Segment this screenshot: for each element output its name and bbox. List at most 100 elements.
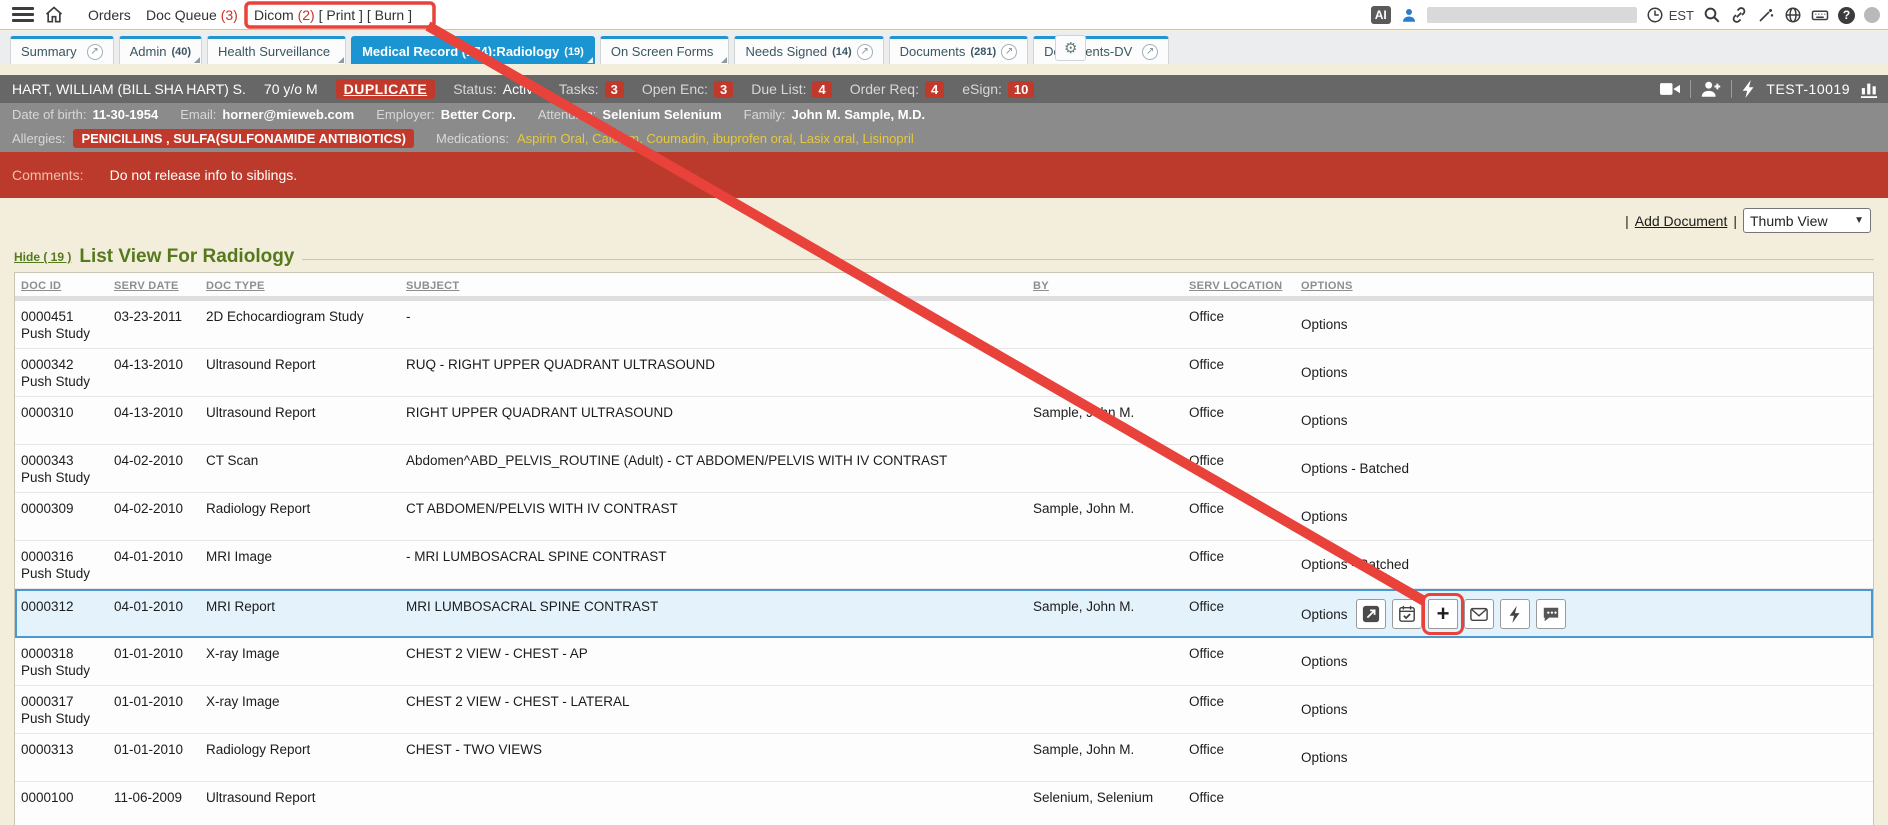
medication-item[interactable]: Lisinopril (855, 131, 914, 146)
medication-item[interactable]: ibuprofen oral (706, 131, 793, 146)
help-icon[interactable]: ? (1838, 7, 1855, 24)
home-icon[interactable] (44, 5, 64, 28)
patient-counter[interactable]: Open Enc: 3 (642, 81, 733, 98)
popout-icon[interactable]: ↗ (1142, 44, 1158, 60)
table-row[interactable]: 0000318Push Study 01-01-2010 X-ray Image… (15, 638, 1873, 686)
list-heading: Hide ( 19 ) List View For Radiology (14, 246, 1874, 268)
options-link[interactable]: Options (1301, 653, 1348, 670)
add-document-link[interactable]: Add Document (1635, 213, 1728, 229)
bolt-icon[interactable] (1500, 599, 1530, 629)
popout-icon[interactable]: ↗ (857, 44, 873, 60)
chart-tab[interactable]: On Screen Forms (600, 36, 730, 64)
add-person-icon[interactable] (1701, 80, 1721, 98)
duplicate-badge[interactable]: DUPLICATE (336, 79, 436, 99)
counter-badge[interactable]: 4 (812, 81, 831, 98)
chart-tab[interactable]: Documents (281) ↗ (889, 36, 1028, 64)
table-row[interactable]: 0000317Push Study 01-01-2010 X-ray Image… (15, 686, 1873, 734)
options-link[interactable]: Options (1301, 606, 1348, 623)
chart-tab[interactable]: Medical Record (174):Radiology (19) (351, 36, 595, 64)
clock-icon[interactable] (1646, 6, 1664, 24)
patient-counter[interactable]: eSign: 10 (962, 81, 1034, 98)
chat-icon[interactable] (1536, 599, 1566, 629)
patient-counter[interactable]: Order Req: 4 (850, 81, 944, 98)
counter-badge[interactable]: 10 (1008, 81, 1034, 98)
dicom-print-link[interactable]: [ Print ] (319, 7, 363, 23)
options-link[interactable]: Options - Batched (1301, 556, 1409, 573)
table-row[interactable]: 0000451Push Study 03-23-2011 2D Echocard… (15, 301, 1873, 349)
options-link[interactable]: Options - Batched (1301, 460, 1409, 477)
counter-badge[interactable]: 3 (714, 81, 733, 98)
chart-tab[interactable]: Summary ↗ (10, 36, 114, 64)
subject-cell: MRI LUMBOSACRAL SPINE CONTRAST (406, 598, 1028, 615)
options-link[interactable]: Options (1301, 508, 1348, 525)
table-row[interactable]: 0000312 04-01-2010 MRI Report MRI LUMBOS… (15, 589, 1873, 638)
image-export-icon[interactable] (1356, 599, 1386, 629)
sort-doc-id[interactable]: DOC ID (21, 280, 111, 292)
serv-location-cell: Office (1189, 741, 1297, 758)
calendar-check-icon[interactable] (1392, 599, 1422, 629)
video-camera-icon[interactable] (1660, 81, 1680, 97)
table-row[interactable]: 0000316Push Study 04-01-2010 MRI Image -… (15, 541, 1873, 589)
tabs-settings-gear-button[interactable]: ⚙ (1055, 35, 1086, 61)
keyboard-icon[interactable] (1811, 6, 1829, 24)
sort-doc-type[interactable]: DOC TYPE (206, 280, 402, 292)
table-row[interactable]: 0000343Push Study 04-02-2010 CT Scan Abd… (15, 445, 1873, 493)
chart-tab[interactable]: Admin (40) (119, 36, 202, 64)
nav-dicom[interactable]: Dicom (2) [ Print ] [ Burn ] (254, 0, 412, 30)
counter-badge[interactable]: 3 (605, 81, 624, 98)
serv-date-cell: 04-02-2010 (114, 452, 204, 469)
medication-item[interactable]: Coumadin (639, 131, 706, 146)
sort-serv-date[interactable]: SERV DATE (114, 280, 204, 292)
options-link[interactable]: Options (1301, 412, 1348, 429)
bolt-icon[interactable] (1742, 80, 1756, 98)
options-link[interactable]: Options (1301, 749, 1348, 766)
table-row[interactable]: 0000310 04-13-2010 Ultrasound Report RIG… (15, 397, 1873, 445)
demographic-field: Email: horner@mieweb.com (180, 107, 354, 122)
globe-icon[interactable] (1784, 6, 1802, 24)
counter-badge[interactable]: 4 (925, 81, 944, 98)
status-label: Status: (453, 81, 497, 97)
patient-counter[interactable]: Due List: 4 (751, 81, 831, 98)
table-row[interactable]: 0000100 11-06-2009 Ultrasound Report Sel… (15, 782, 1873, 825)
topbar-right-cluster: AI EST ? (1371, 0, 1880, 30)
sort-serv-location[interactable]: SERV LOCATION (1189, 280, 1297, 292)
medication-item[interactable]: Lasix oral (792, 131, 855, 146)
options-link[interactable]: Options (1301, 701, 1348, 718)
chart-icon[interactable] (1860, 80, 1878, 98)
popout-icon[interactable]: ↗ (1001, 44, 1017, 60)
table-row[interactable]: 0000309 04-02-2010 Radiology Report CT A… (15, 493, 1873, 541)
table-row[interactable]: 0000342Push Study 04-13-2010 Ultrasound … (15, 349, 1873, 397)
doc-type-cell: Ultrasound Report (206, 356, 402, 373)
plus-icon[interactable]: + (1428, 599, 1458, 629)
link-icon[interactable] (1730, 6, 1748, 24)
serv-location-cell: Office (1189, 500, 1297, 517)
options-link[interactable]: Options (1301, 364, 1348, 381)
chart-tab[interactable]: Needs Signed (14) ↗ (734, 36, 883, 64)
options-link[interactable]: Options (1301, 316, 1348, 333)
sort-by[interactable]: BY (1033, 280, 1185, 292)
hide-link[interactable]: Hide ( 19 ) (14, 250, 71, 264)
view-select[interactable]: Thumb View ▼ (1743, 208, 1871, 233)
chart-tab[interactable]: Documents-DV ↗ (1033, 36, 1169, 64)
serv-date-cell: 04-02-2010 (114, 500, 204, 517)
nav-orders[interactable]: Orders (88, 0, 131, 30)
menu-icon[interactable] (12, 7, 34, 23)
table-row[interactable]: 0000313 01-01-2010 Radiology Report CHES… (15, 734, 1873, 782)
medication-item[interactable]: Aspirin Oral (517, 131, 585, 146)
search-icon[interactable] (1703, 6, 1721, 24)
ai-badge[interactable]: AI (1371, 6, 1391, 24)
sort-options[interactable]: OPTIONS (1301, 280, 1353, 292)
nav-doc-queue[interactable]: Doc Queue (3) (146, 0, 238, 30)
dicom-burn-link[interactable]: [ Burn ] (367, 7, 412, 23)
serv-location-cell: Office (1189, 308, 1297, 325)
doc-id-cell: 0000312 (21, 598, 111, 615)
envelope-icon[interactable] (1464, 599, 1494, 629)
wand-icon[interactable] (1757, 6, 1775, 24)
sort-subject[interactable]: SUBJECT (406, 280, 1028, 292)
comments-label: Comments: (12, 167, 84, 183)
patient-counter[interactable]: Tasks: 3 (559, 81, 624, 98)
medication-item[interactable]: Calcium (585, 131, 639, 146)
allergies-badge[interactable]: PENICILLINS , SULFA(SULFONAMIDE ANTIBIOT… (73, 129, 414, 148)
popout-icon[interactable]: ↗ (87, 44, 103, 60)
chart-tab[interactable]: Health Surveillance (207, 36, 346, 64)
